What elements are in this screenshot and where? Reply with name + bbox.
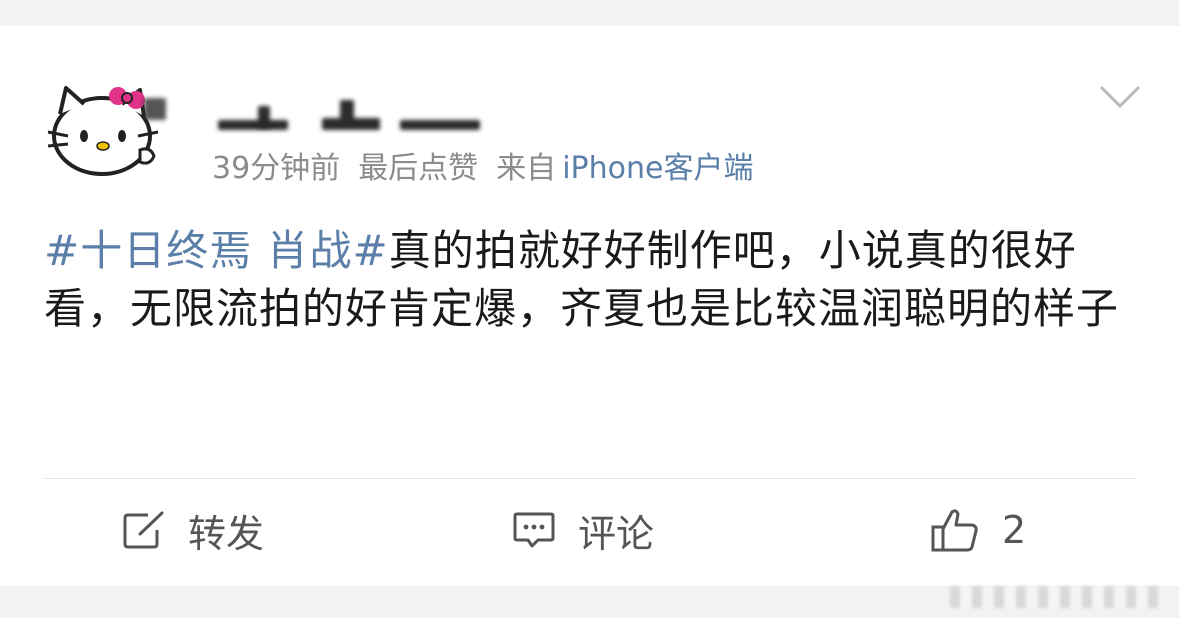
from-label: 来自: [496, 151, 557, 186]
chevron-down-icon: [1100, 86, 1140, 108]
hashtag-link[interactable]: #十日终焉 肖战#: [44, 226, 389, 275]
repost-label: 转发: [188, 511, 265, 556]
thumbs-up-icon: [931, 509, 978, 552]
post-meta: 39分钟前 最后点赞 来自 iPhone客户端: [212, 148, 771, 190]
avatar[interactable]: [44, 70, 164, 190]
more-chevron-button[interactable]: [1098, 84, 1142, 110]
source-link[interactable]: iPhone客户端: [562, 151, 753, 186]
like-count: 2: [1002, 508, 1027, 552]
hello-kitty-avatar-icon: [44, 70, 164, 190]
repost-icon: [123, 511, 164, 549]
top-gap: [0, 0, 1179, 26]
post-card: 39分钟前 最后点赞 来自 iPhone客户端 #十日终焉 肖战#真的拍就好好制作吧，…: [0, 0, 1179, 586]
repost-button[interactable]: 转发: [122, 502, 264, 558]
watermark-strip: [950, 586, 1165, 608]
username-redacted[interactable]: [144, 98, 514, 138]
comment-label: 评论: [578, 511, 655, 556]
comment-button[interactable]: 评论: [512, 502, 654, 558]
like-button[interactable]: 2: [930, 502, 1026, 558]
post-time: 39分钟前: [212, 151, 341, 186]
last-liked-label: 最后点赞: [358, 151, 479, 186]
comment-icon: [513, 512, 555, 548]
post-content: #十日终焉 肖战#真的拍就好好制作吧，小说真的很好看，无限流拍的好肯定爆，齐夏也…: [44, 222, 1144, 338]
divider: [44, 478, 1136, 479]
